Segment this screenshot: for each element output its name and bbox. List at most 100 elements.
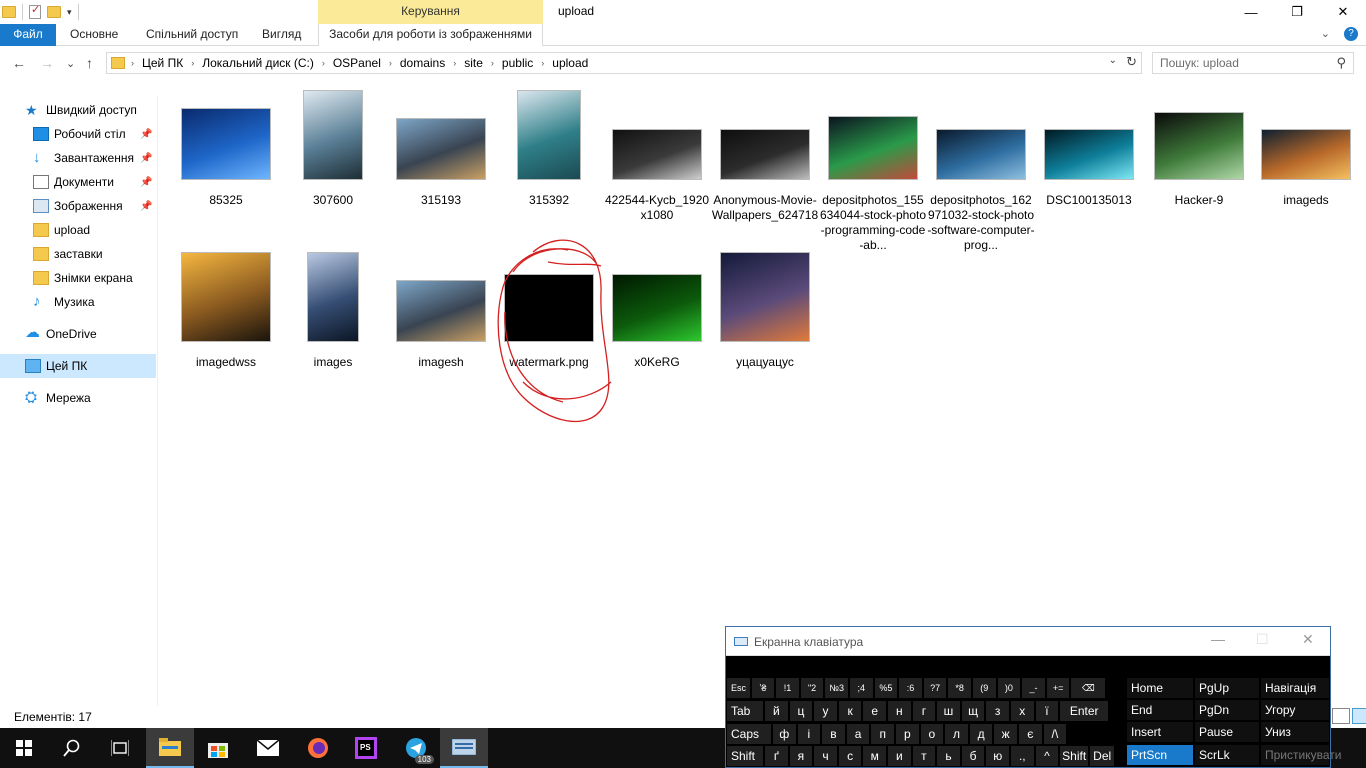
customize-qat-dropdown[interactable]: ▾ — [67, 7, 72, 18]
sidebar-item-music[interactable]: ♪ Музика — [0, 290, 156, 314]
telegram-icon[interactable]: 103 — [392, 728, 440, 768]
osk-key[interactable]: й — [764, 700, 789, 722]
sidebar-item-network[interactable]: ⛭ Мережа — [0, 386, 156, 410]
osk-key[interactable]: и — [887, 745, 912, 767]
tab-share[interactable]: Спільний доступ — [146, 24, 238, 46]
osk-nav-key[interactable]: Пристикувати — [1260, 744, 1341, 766]
osk-key[interactable]: "2 — [799, 677, 825, 699]
osk-close-button[interactable]: ✕ — [1302, 631, 1314, 648]
osk-key[interactable]: х — [1010, 700, 1035, 722]
task-view-icon[interactable] — [96, 728, 144, 768]
help-icon[interactable]: ? — [1344, 27, 1358, 41]
pin-icon[interactable]: 📌 — [140, 153, 152, 164]
osk-minimize-button[interactable]: — — [1211, 631, 1225, 647]
osk-key[interactable]: :6 — [898, 677, 923, 699]
osk-key[interactable]: ;4 — [849, 677, 874, 699]
sidebar-item-downloads[interactable]: ↓ Завантаження 📌 — [0, 146, 156, 170]
sidebar-item-onedrive[interactable]: ☁ OneDrive — [0, 322, 156, 346]
osk-key[interactable]: += — [1045, 677, 1071, 699]
collapse-ribbon-icon[interactable]: ⌄ — [1321, 27, 1330, 41]
osk-key[interactable]: ^ — [1034, 745, 1060, 767]
details-view-button[interactable] — [1332, 708, 1350, 724]
osk-key[interactable]: Enter — [1059, 700, 1110, 722]
osk-key[interactable]: )0 — [996, 677, 1022, 699]
close-button[interactable]: ✕ — [1320, 0, 1366, 24]
osk-nav-key[interactable]: End — [1126, 699, 1194, 721]
osk-key[interactable]: л — [944, 723, 969, 745]
osk-key[interactable]: м — [862, 745, 887, 767]
maximize-button[interactable]: ❐ — [1274, 0, 1320, 24]
sidebar-item-screenshots[interactable]: Знімки екрана — [0, 266, 156, 290]
breadcrumb-item[interactable]: Локальний диск (C:) — [202, 56, 314, 70]
onscreen-keyboard-icon[interactable] — [440, 728, 488, 768]
refresh-icon[interactable]: ↻ — [1126, 54, 1137, 70]
osk-nav-key[interactable]: PgUp — [1194, 677, 1260, 699]
osk-key[interactable]: ?7 — [922, 677, 948, 699]
breadcrumb-item[interactable]: OSPanel — [333, 56, 381, 70]
sidebar-item-desktop[interactable]: Робочий стіл 📌 — [0, 122, 156, 146]
osk-key[interactable]: і — [796, 723, 822, 745]
address-bar[interactable]: › Цей ПК › Локальний диск (C:) › OSPanel… — [106, 52, 1142, 74]
osk-key[interactable]: б — [960, 745, 986, 767]
search-input[interactable] — [1153, 53, 1323, 73]
osk-key[interactable]: є — [1018, 723, 1043, 745]
osk-key[interactable]: *8 — [947, 677, 972, 699]
breadcrumb-item[interactable]: Цей ПК — [142, 56, 183, 70]
firefox-icon[interactable] — [294, 728, 342, 768]
osk-key[interactable]: _- — [1021, 677, 1046, 699]
store-icon[interactable] — [194, 728, 242, 768]
osk-key[interactable]: н — [887, 700, 912, 722]
osk-key[interactable]: ф — [772, 723, 797, 745]
osk-key[interactable]: Esc — [726, 677, 751, 699]
large-icons-view-button[interactable] — [1352, 708, 1366, 724]
osk-key[interactable]: (9 — [972, 677, 997, 699]
osk-key[interactable]: г — [911, 700, 937, 722]
osk-key[interactable]: №3 — [824, 677, 849, 699]
osk-key[interactable]: а — [845, 723, 871, 745]
osk-key[interactable]: у — [813, 700, 838, 722]
osk-key[interactable]: !1 — [775, 677, 800, 699]
search-icon[interactable]: ⚲ — [1336, 55, 1346, 71]
file-explorer-icon[interactable] — [146, 728, 194, 768]
osk-nav-key[interactable]: Униз — [1260, 721, 1330, 743]
osk-key[interactable]: ь — [936, 745, 961, 767]
osk-nav-key[interactable]: Навігація — [1260, 677, 1330, 699]
sidebar-item-this-pc[interactable]: Цей ПК — [0, 354, 156, 378]
osk-nav-key[interactable]: Insert — [1126, 721, 1194, 743]
tab-file[interactable]: Файл — [0, 24, 56, 46]
osk-nav-key[interactable]: ScrLk — [1194, 744, 1260, 766]
osk-key[interactable]: ю — [985, 745, 1010, 767]
pin-icon[interactable]: 📌 — [140, 177, 152, 188]
breadcrumb-item[interactable]: public — [502, 56, 533, 70]
sidebar-item-documents[interactable]: Документи 📌 — [0, 170, 156, 194]
osk-nav-key[interactable]: Home — [1126, 677, 1194, 699]
osk-key[interactable]: з — [985, 700, 1010, 722]
forward-button[interactable]: → — [40, 55, 54, 71]
osk-key[interactable]: ., — [1010, 745, 1035, 767]
osk-key[interactable]: ш — [936, 700, 961, 722]
breadcrumb-item[interactable]: site — [464, 56, 483, 70]
osk-nav-key[interactable]: Pause — [1194, 721, 1260, 743]
osk-key[interactable]: Tab — [726, 700, 764, 722]
sidebar-item-upload[interactable]: upload — [0, 218, 156, 242]
recent-locations-button[interactable]: ⌄ — [66, 57, 75, 70]
sidebar-item-screensavers[interactable]: заставки — [0, 242, 156, 266]
osk-key[interactable]: Shift — [726, 745, 764, 767]
address-dropdown-icon[interactable]: ⌄ — [1109, 55, 1117, 66]
properties-icon[interactable] — [29, 3, 41, 19]
osk-key[interactable]: %5 — [873, 677, 899, 699]
osk-key[interactable]: ⌫ — [1070, 677, 1107, 699]
up-button[interactable]: ↑ — [86, 55, 93, 71]
osk-nav-key[interactable]: PgDn — [1194, 699, 1260, 721]
phpstorm-icon[interactable]: PS — [342, 728, 390, 768]
windows-start-icon[interactable] — [0, 728, 48, 768]
osk-key[interactable]: п — [870, 723, 895, 745]
pin-icon[interactable]: 📌 — [140, 201, 152, 212]
pin-icon[interactable]: 📌 — [140, 129, 152, 140]
osk-key[interactable]: я — [788, 745, 814, 767]
osk-key[interactable]: /\ — [1042, 723, 1068, 745]
mail-icon[interactable] — [244, 728, 292, 768]
osk-key[interactable]: ї — [1034, 700, 1060, 722]
osk-key[interactable]: ґ — [764, 745, 789, 767]
osk-key[interactable]: ч — [813, 745, 838, 767]
